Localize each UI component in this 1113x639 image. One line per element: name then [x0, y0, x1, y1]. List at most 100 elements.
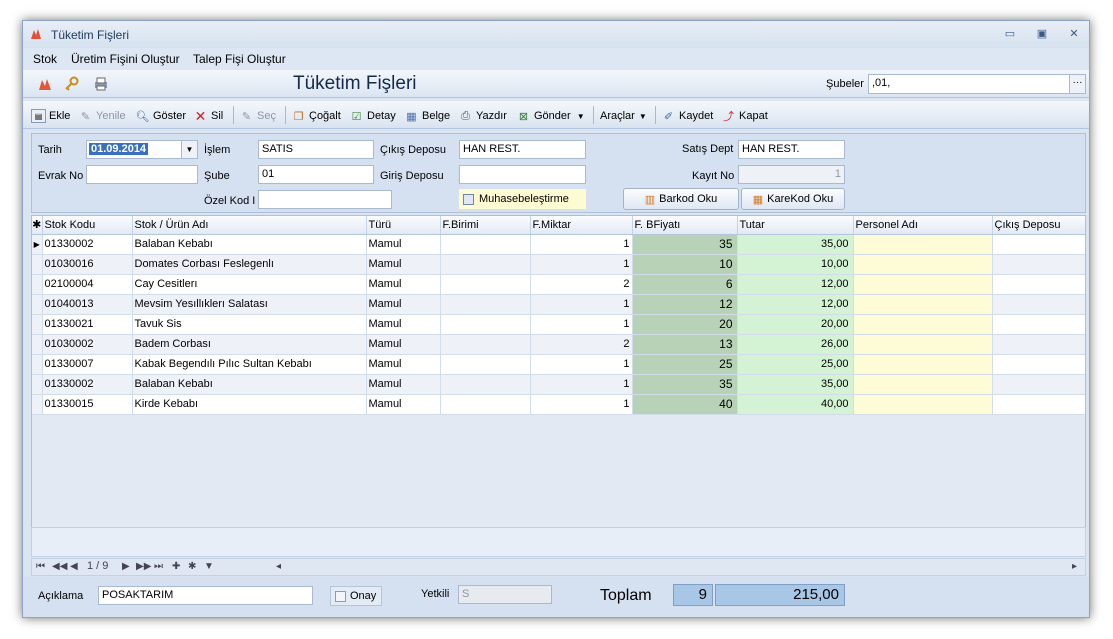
- fire-icon[interactable]: [37, 77, 53, 91]
- restore-icon[interactable]: ▣: [1033, 27, 1051, 41]
- column-header[interactable]: Çıkış Deposu: [992, 216, 1085, 235]
- cell-turu[interactable]: Mamul: [366, 354, 441, 375]
- row-indicator[interactable]: [32, 334, 43, 355]
- cell-stok-kodu[interactable]: 01040013: [42, 294, 133, 315]
- cell-stok-kodu[interactable]: 01330002: [42, 374, 133, 395]
- cell-fiyat[interactable]: 35: [632, 234, 738, 255]
- cell-tutar[interactable]: 12,00: [737, 294, 854, 315]
- ekle-button[interactable]: ▤ Ekle: [31, 107, 70, 125]
- menu-talep-fisi[interactable]: Talep Fişi Oluştur: [193, 52, 286, 66]
- tarih-input[interactable]: 01.09.2014 ▼: [86, 140, 198, 159]
- yenile-button[interactable]: ✎ Yenile: [78, 107, 126, 125]
- cell-stok-kodu[interactable]: 01030002: [42, 334, 133, 355]
- cell-cikis-deposu[interactable]: [992, 254, 1085, 275]
- cell-tutar[interactable]: 35,00: [737, 234, 854, 255]
- cell-urun-adi[interactable]: Tavuk Sis: [132, 314, 367, 335]
- cell-stok-kodu[interactable]: 02100004: [42, 274, 133, 295]
- cell-urun-adi[interactable]: Cay Cesitlerı: [132, 274, 367, 295]
- append-icon[interactable]: ✚: [172, 561, 180, 572]
- cell-stok-kodu[interactable]: 01330002: [42, 234, 133, 255]
- cell-birim[interactable]: [440, 234, 531, 255]
- cell-birim[interactable]: [440, 394, 531, 415]
- menu-stok[interactable]: Stok: [33, 52, 57, 66]
- cell-birim[interactable]: [440, 334, 531, 355]
- cell-birim[interactable]: [440, 294, 531, 315]
- cell-stok-kodu[interactable]: 01330015: [42, 394, 133, 415]
- islem-input[interactable]: SATIS: [258, 140, 374, 159]
- column-header[interactable]: F.Miktar: [530, 216, 633, 235]
- cell-cikis-deposu[interactable]: [992, 374, 1085, 395]
- cell-birim[interactable]: [440, 314, 531, 335]
- cell-urun-adi[interactable]: Balaban Kebabı: [132, 374, 367, 395]
- cell-fiyat[interactable]: 20: [632, 314, 738, 335]
- table-row[interactable]: 01330007 Kabak Begendılı Pılıc Sultan Keb…: [32, 354, 1085, 375]
- cell-cikis-deposu[interactable]: [992, 294, 1085, 315]
- table-row[interactable]: 02100004 Cay Cesitlerı Mamul 2 6 12,00: [32, 274, 1085, 295]
- cell-turu[interactable]: Mamul: [366, 294, 441, 315]
- subeler-input[interactable]: ,01,: [868, 74, 1086, 94]
- cell-miktar[interactable]: 1: [530, 354, 633, 375]
- table-row[interactable]: ▶ 01330002 Balaban Kebabı Mamul 1 35 35,00: [32, 234, 1085, 255]
- column-header[interactable]: Stok Kodu: [42, 216, 133, 235]
- column-header[interactable]: Stok / Ürün Adı: [132, 216, 367, 235]
- cell-miktar[interactable]: 1: [530, 254, 633, 275]
- cell-turu[interactable]: Mamul: [366, 374, 441, 395]
- cell-tutar[interactable]: 35,00: [737, 374, 854, 395]
- cell-urun-adi[interactable]: Mevsim Yesıllıklerı Salatası: [132, 294, 367, 315]
- table-row[interactable]: 01330015 Kirde Kebabı Mamul 1 40 40,00: [32, 394, 1085, 415]
- row-indicator[interactable]: [32, 294, 43, 315]
- cell-cikis-deposu[interactable]: [992, 354, 1085, 375]
- satis-dept-input[interactable]: HAN REST.: [738, 140, 845, 159]
- empty-row[interactable]: [32, 494, 1085, 515]
- calendar-dropdown-icon[interactable]: ▼: [181, 141, 197, 158]
- filter-icon[interactable]: ▼: [204, 561, 214, 572]
- cell-stok-kodu[interactable]: 01330021: [42, 314, 133, 335]
- row-indicator[interactable]: [32, 374, 43, 395]
- table-row[interactable]: 01030016 Domates Corbası Feslegenlı Mamul 1…: [32, 254, 1085, 275]
- header-indicator[interactable]: ✱: [32, 216, 43, 235]
- cell-urun-adi[interactable]: Domates Corbası Feslegenlı: [132, 254, 367, 275]
- cell-tutar[interactable]: 20,00: [737, 314, 854, 335]
- cell-fiyat[interactable]: 40: [632, 394, 738, 415]
- cell-fiyat[interactable]: 10: [632, 254, 738, 275]
- cell-personel[interactable]: [853, 254, 993, 275]
- scroll-right-icon[interactable]: ▸: [1072, 561, 1077, 572]
- printer-settings-icon[interactable]: [93, 76, 109, 92]
- cell-birim[interactable]: [440, 354, 531, 375]
- cell-urun-adi[interactable]: Balaban Kebabı: [132, 234, 367, 255]
- giris-deposu-input[interactable]: [459, 165, 586, 184]
- next-page-fast-icon[interactable]: ▶▶: [136, 561, 151, 572]
- table-row[interactable]: 01330002 Balaban Kebabı Mamul 1 35 35,00: [32, 374, 1085, 395]
- cell-turu[interactable]: Mamul: [366, 394, 441, 415]
- cell-personel[interactable]: [853, 394, 993, 415]
- row-indicator[interactable]: [32, 354, 43, 375]
- column-header[interactable]: Türü: [366, 216, 441, 235]
- cell-birim[interactable]: [440, 374, 531, 395]
- cell-personel[interactable]: [853, 234, 993, 255]
- gonder-button[interactable]: ⊠ Gönder ▼: [516, 107, 585, 125]
- prev-page-fast-icon[interactable]: ◀◀: [52, 561, 67, 572]
- table-row[interactable]: 01030002 Badem Corbası Mamul 2 13 26,00: [32, 334, 1085, 355]
- kapat-button[interactable]: ⤴ Kapat: [721, 107, 768, 125]
- muhasebe-checkbox[interactable]: Muhasebeleştirme: [459, 189, 586, 209]
- cell-turu[interactable]: Mamul: [366, 314, 441, 335]
- key-icon[interactable]: [63, 76, 79, 92]
- cell-cikis-deposu[interactable]: [992, 314, 1085, 335]
- cell-miktar[interactable]: 2: [530, 334, 633, 355]
- insert-icon[interactable]: ✱: [188, 561, 196, 572]
- cell-miktar[interactable]: 1: [530, 394, 633, 415]
- cell-miktar[interactable]: 1: [530, 234, 633, 255]
- cell-fiyat[interactable]: 25: [632, 354, 738, 375]
- row-indicator[interactable]: [32, 274, 43, 295]
- cell-turu[interactable]: Mamul: [366, 254, 441, 275]
- cell-fiyat[interactable]: 13: [632, 334, 738, 355]
- minimize-icon[interactable]: ▭: [1001, 27, 1019, 41]
- close-icon[interactable]: ✕: [1065, 27, 1083, 41]
- cell-personel[interactable]: [853, 334, 993, 355]
- first-page-icon[interactable]: ⏮: [36, 561, 45, 572]
- karekod-oku-button[interactable]: ▦ KareKod Oku: [741, 188, 845, 210]
- cell-personel[interactable]: [853, 374, 993, 395]
- cell-miktar[interactable]: 1: [530, 294, 633, 315]
- cell-turu[interactable]: Mamul: [366, 274, 441, 295]
- evrak-input[interactable]: [86, 165, 198, 184]
